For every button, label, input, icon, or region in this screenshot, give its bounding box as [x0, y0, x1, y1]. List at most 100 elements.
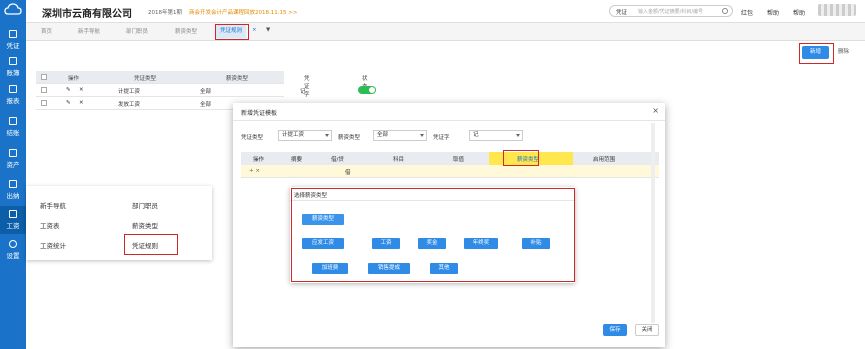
salary-type-option[interactable]: 销售提成: [368, 263, 410, 274]
gear-icon: [9, 240, 17, 248]
delete-row-icon[interactable]: ✕: [79, 87, 84, 93]
tab-voucher-rules[interactable]: 凭证规则: [216, 25, 247, 38]
salary-type-cell: 全部: [200, 89, 212, 95]
sidebar: 凭证 账簿 报表 结账 资产 出纳 工资 设置: [0, 0, 26, 349]
sidebar-item-closing[interactable]: 结账: [0, 113, 26, 139]
direction-cell[interactable]: 借: [345, 168, 351, 176]
table-header: 操作 凭证类型 薪资类型 凭证字 状态: [36, 71, 368, 98]
delete-button[interactable]: 删除: [838, 47, 849, 55]
save-button[interactable]: 保存: [603, 324, 627, 336]
divider: [290, 200, 575, 201]
row-checkbox[interactable]: [41, 100, 47, 106]
grid-row: + × 借: [241, 165, 659, 178]
search-box[interactable]: 凭证 输入金额/凭证摘要/科目/编号: [609, 5, 733, 17]
menu-item-payroll-sheet[interactable]: 工资表: [40, 220, 60, 230]
sidebar-item-voucher[interactable]: 凭证: [0, 26, 26, 52]
select-value: 全部: [377, 132, 389, 138]
menu-item-departments[interactable]: 部门职员: [132, 200, 158, 210]
cloud-logo-icon[interactable]: [4, 3, 22, 17]
chevron-down-icon: [420, 134, 424, 137]
ledger-icon: [9, 57, 17, 65]
tab-home[interactable]: 首页: [41, 27, 52, 35]
salary-type-option[interactable]: 年终奖: [464, 238, 498, 249]
red-packet-link[interactable]: 红包: [741, 8, 753, 17]
salary-type-header-chip[interactable]: 薪资类型: [302, 214, 344, 225]
sidebar-item-cashier[interactable]: 出纳: [0, 176, 26, 202]
column-header: 薪资类型: [226, 76, 249, 82]
voucher-type-select[interactable]: 计提工资: [278, 130, 332, 141]
sidebar-item-settings[interactable]: 设置: [0, 236, 26, 262]
column-header: 操作: [253, 157, 265, 163]
tab-bar: 首页 新手导航 部门职员 薪资类型 凭证规则 × ▼: [26, 23, 865, 41]
add-button[interactable]: 新增: [802, 46, 829, 59]
column-header: 操作: [68, 76, 80, 82]
tab-guide[interactable]: 新手导航: [78, 27, 100, 35]
edit-icon[interactable]: ✎: [66, 100, 71, 106]
tab-salary-types[interactable]: 薪资类型: [175, 27, 197, 35]
salary-type-option[interactable]: 补贴: [522, 238, 550, 249]
search-icon[interactable]: [722, 8, 728, 14]
notice-link[interactable]: 商会开发会计产品课程回放2018.11.15 >>: [189, 8, 297, 16]
select-all-checkbox[interactable]: [41, 74, 47, 80]
close-button[interactable]: 关闭: [635, 324, 659, 336]
column-header: 启用范围: [593, 157, 616, 163]
sidebar-item-payroll[interactable]: 工资: [0, 206, 26, 234]
close-icon[interactable]: ×: [652, 106, 659, 115]
salary-type-option[interactable]: 工资: [372, 238, 400, 249]
salary-type-option[interactable]: 其他: [430, 263, 458, 274]
menu-item-salary-types[interactable]: 薪资类型: [132, 220, 158, 230]
row-checkbox[interactable]: [41, 87, 47, 93]
divider: [233, 120, 665, 121]
sidebar-item-label: 账簿: [6, 69, 20, 77]
help-link[interactable]: 帮助: [767, 8, 779, 17]
edit-icon[interactable]: ✎: [66, 87, 71, 93]
sidebar-item-label: 凭证: [6, 42, 20, 50]
sidebar-item-assets[interactable]: 资产: [0, 145, 26, 171]
chevron-down-icon: [516, 134, 520, 137]
voucher-type-cell: 发放工资: [118, 102, 141, 108]
top-bar: 深圳市云商有限公司 2018年第1期 商会开发会计产品课程回放2018.11.1…: [26, 0, 865, 23]
tab-departments[interactable]: 部门职员: [126, 27, 148, 35]
select-value: 计提工资: [282, 132, 305, 138]
menu-item-guide[interactable]: 新手导航: [40, 200, 66, 210]
salary-type-option[interactable]: 加班费: [312, 263, 348, 274]
sidebar-item-label: 结账: [6, 129, 20, 137]
company-name[interactable]: 深圳市云商有限公司: [42, 5, 132, 20]
status-toggle[interactable]: [358, 86, 376, 94]
add-remove-row-icons[interactable]: + ×: [249, 168, 260, 174]
voucher-icon: [9, 30, 17, 38]
dialog-scrollbar[interactable]: [651, 123, 655, 323]
chevron-down-icon[interactable]: ▼: [266, 27, 270, 33]
voucher-word-cell: 记: [300, 89, 306, 95]
column-header: 薪资类型: [517, 157, 540, 163]
menu-item-payroll-stats[interactable]: 工资统计: [40, 240, 66, 250]
delete-row-icon[interactable]: ✕: [79, 100, 84, 106]
salary-type-option[interactable]: 奖金: [418, 238, 446, 249]
search-input[interactable]: 输入金额/凭证摘要/科目/编号: [638, 8, 718, 15]
help-link-2[interactable]: 帮助: [793, 8, 805, 17]
table-row: ✎ ✕ 计提工资 全部 记: [36, 84, 376, 97]
sidebar-item-reports[interactable]: 报表: [0, 81, 26, 107]
chevron-down-icon: [325, 134, 329, 137]
grid-header: 操作 摘要 借/贷 科目 取值 薪资类型 启用范围: [241, 152, 659, 165]
salary-type-select[interactable]: 全部: [373, 130, 427, 141]
dialog-title: 新增凭证模板: [241, 110, 278, 117]
panel-title: 选择薪资类型: [294, 193, 328, 199]
sidebar-item-label: 报表: [6, 97, 20, 105]
sidebar-item-ledger[interactable]: 账簿: [0, 53, 26, 79]
user-avatar[interactable]: [818, 4, 856, 16]
close-tab-icon[interactable]: ×: [252, 27, 257, 33]
select-value: 记: [473, 132, 479, 138]
search-type-select[interactable]: 凭证: [616, 8, 627, 16]
closing-icon: [9, 117, 17, 125]
menu-item-voucher-rules[interactable]: 凭证规则: [132, 240, 158, 250]
salary-type-option[interactable]: 应发工资: [302, 238, 344, 249]
column-header: 科目: [393, 157, 405, 163]
accounting-period: 2018年第1期: [148, 10, 182, 16]
salary-type-cell: 全部: [200, 102, 212, 108]
voucher-word-select[interactable]: 记: [469, 130, 523, 141]
sidebar-item-label: 工资: [6, 222, 20, 230]
sidebar-item-label: 设置: [6, 252, 20, 260]
assets-icon: [9, 149, 17, 157]
salary-type-label: 薪资类型: [338, 135, 361, 141]
